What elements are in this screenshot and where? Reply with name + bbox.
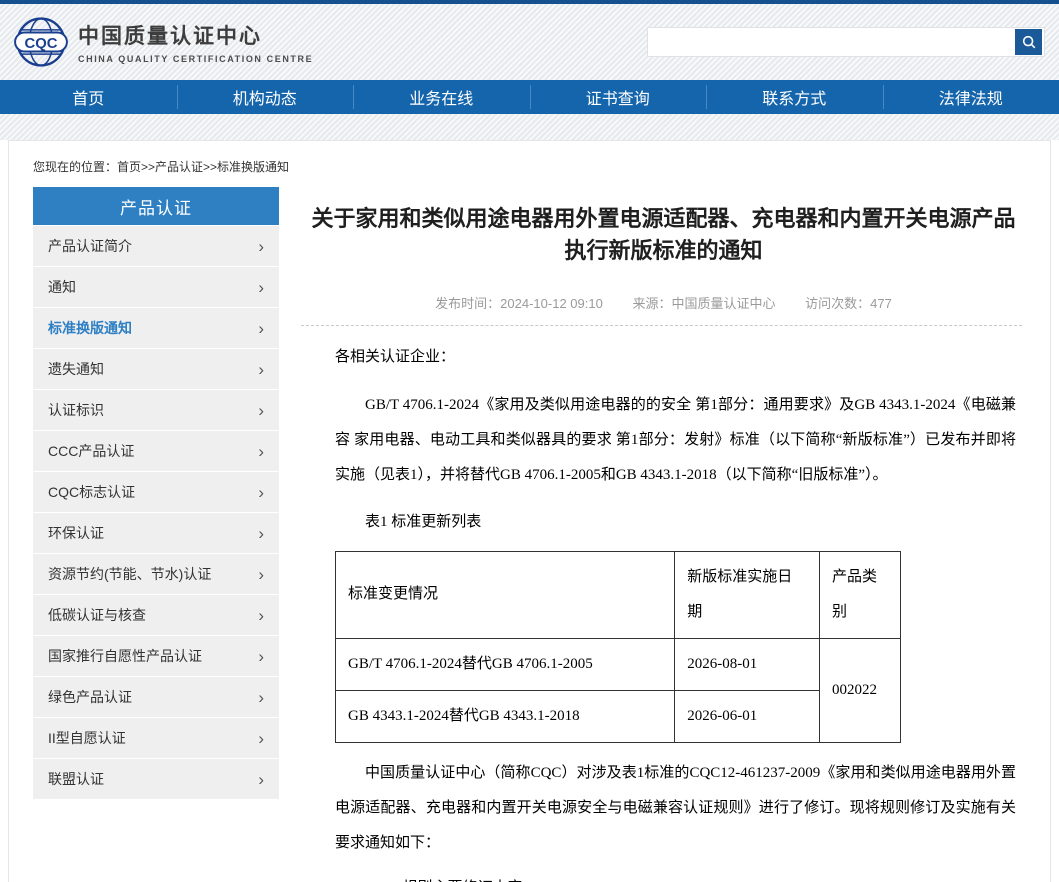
cqc-badge-text: CQC xyxy=(25,36,58,52)
cqc-globe-icon: CQC xyxy=(14,15,68,69)
search-icon xyxy=(1021,34,1037,50)
column-header-date: 新版标准实施日期 xyxy=(675,551,820,638)
standard-update-table: 标准变更情况 新版标准实施日期 产品类别 GB/T 4706.1-2024替代G… xyxy=(335,551,901,743)
chevron-right-icon: › xyxy=(258,566,264,583)
paragraph-2: 中国质量认证中心（简称CQC）对涉及表1标准的CQC12-461237-2009… xyxy=(335,756,1016,861)
nav-sub-strip xyxy=(0,114,1059,140)
column-header-change: 标准变更情况 xyxy=(336,551,675,638)
view-count: 访问次数：477 xyxy=(805,296,892,311)
sidebar-item-product-cert-intro[interactable]: 产品认证简介 › xyxy=(33,226,279,266)
chevron-right-icon: › xyxy=(258,689,264,706)
table-row: GB 4343.1-2024替代GB 4343.1-2018 2026-06-0… xyxy=(336,690,901,742)
sidebar-item-cert-mark[interactable]: 认证标识 › xyxy=(33,390,279,430)
main-nav: 首页 机构动态 业务在线 证书查询 联系方式 法律法规 xyxy=(0,80,1059,114)
sidebar-item-loss-notice[interactable]: 遗失通知 › xyxy=(33,349,279,389)
chevron-right-icon: › xyxy=(258,771,264,788)
chevron-right-icon: › xyxy=(258,607,264,624)
chevron-right-icon: › xyxy=(258,402,264,419)
chevron-right-icon: › xyxy=(258,361,264,378)
chevron-right-icon: › xyxy=(258,443,264,460)
chevron-right-icon: › xyxy=(258,320,264,337)
sidebar: 产品认证 产品认证简介 › 通知 › 标准换版通知 › 遗失通知 › 认证标识 … xyxy=(33,187,279,799)
chevron-right-icon: › xyxy=(258,279,264,296)
search-bar xyxy=(647,27,1045,57)
sidebar-title: 产品认证 xyxy=(33,187,279,225)
section-heading-1: 一、 规则主要修订内容 xyxy=(335,871,1016,882)
sidebar-item-notice[interactable]: 通知 › xyxy=(33,267,279,307)
sidebar-item-standard-change-notice[interactable]: 标准换版通知 › xyxy=(33,308,279,348)
breadcrumb-label: 您现在的位置： xyxy=(33,160,117,174)
sidebar-item-alliance-cert[interactable]: 联盟认证 › xyxy=(33,759,279,799)
search-input[interactable] xyxy=(648,28,1015,56)
sidebar-item-resource-saving-cert[interactable]: 资源节约(节能、节水)认证 › xyxy=(33,554,279,594)
nav-item-online[interactable]: 业务在线 xyxy=(353,80,530,114)
article-source: 来源：中国质量认证中心 xyxy=(632,296,775,311)
sidebar-item-type2-voluntary-cert[interactable]: II型自愿认证 › xyxy=(33,718,279,758)
table-header-row: 标准变更情况 新版标准实施日期 产品类别 xyxy=(336,551,901,638)
search-button[interactable] xyxy=(1015,29,1042,55)
sidebar-item-low-carbon-cert[interactable]: 低碳认证与核查 › xyxy=(33,595,279,635)
site-logo[interactable]: CQC 中国质量认证中心 CHINA QUALITY CERTIFICATION… xyxy=(14,15,313,69)
site-subtitle: CHINA QUALITY CERTIFICATION CENTRE xyxy=(78,54,313,64)
sidebar-item-cqc-mark-cert[interactable]: CQC标志认证 › xyxy=(33,472,279,512)
sidebar-item-national-voluntary-cert[interactable]: 国家推行自愿性产品认证 › xyxy=(33,636,279,676)
cell-category-merged: 002022 xyxy=(820,638,901,742)
article: 关于家用和类似用途电器用外置电源适配器、充电器和内置开关电源产品执行新版标准的通… xyxy=(301,187,1026,882)
chevron-right-icon: › xyxy=(258,484,264,501)
sidebar-item-ccc-product-cert[interactable]: CCC产品认证 › xyxy=(33,431,279,471)
site-title: 中国质量认证中心 xyxy=(78,20,313,50)
chevron-right-icon: › xyxy=(258,525,264,542)
nav-item-contact[interactable]: 联系方式 xyxy=(706,80,883,114)
content-wrapper: 您现在的位置：首页>>产品认证>>标准换版通知 产品认证 产品认证简介 › 通知… xyxy=(8,140,1051,882)
breadcrumb-path[interactable]: 首页>>产品认证>>标准换版通知 xyxy=(117,160,289,174)
publish-time: 发布时间：2024-10-12 09:10 xyxy=(435,296,603,311)
logo-text: 中国质量认证中心 CHINA QUALITY CERTIFICATION CEN… xyxy=(78,20,313,64)
nav-item-cert-query[interactable]: 证书查询 xyxy=(530,80,707,114)
article-title: 关于家用和类似用途电器用外置电源适配器、充电器和内置开关电源产品执行新版标准的通… xyxy=(307,203,1020,267)
cell-date-2: 2026-06-01 xyxy=(675,690,820,742)
salutation: 各相关认证企业： xyxy=(335,340,1016,375)
cell-change-1: GB/T 4706.1-2024替代GB 4706.1-2005 xyxy=(336,638,675,690)
article-meta: 发布时间：2024-10-12 09:10 来源：中国质量认证中心 访问次数：4… xyxy=(301,293,1026,312)
table-caption: 表1 标准更新列表 xyxy=(335,505,1016,540)
article-body: 各相关认证企业： GB/T 4706.1-2024《家用及类似用途电器的的安全 … xyxy=(301,326,1026,882)
chevron-right-icon: › xyxy=(258,730,264,747)
nav-item-laws[interactable]: 法律法规 xyxy=(883,80,1059,114)
column-header-category: 产品类别 xyxy=(820,551,901,638)
cell-date-1: 2026-08-01 xyxy=(675,638,820,690)
sidebar-item-environmental-cert[interactable]: 环保认证 › xyxy=(33,513,279,553)
cell-change-2: GB 4343.1-2024替代GB 4343.1-2018 xyxy=(336,690,675,742)
table-row: GB/T 4706.1-2024替代GB 4706.1-2005 2026-08… xyxy=(336,638,901,690)
breadcrumb: 您现在的位置：首页>>产品认证>>标准换版通知 xyxy=(9,141,1050,187)
chevron-right-icon: › xyxy=(258,648,264,665)
paragraph-1: GB/T 4706.1-2024《家用及类似用途电器的的安全 第1部分：通用要求… xyxy=(335,388,1016,493)
nav-item-news[interactable]: 机构动态 xyxy=(177,80,354,114)
nav-item-home[interactable]: 首页 xyxy=(0,80,177,114)
chevron-right-icon: › xyxy=(258,238,264,255)
site-header: CQC 中国质量认证中心 CHINA QUALITY CERTIFICATION… xyxy=(0,4,1059,80)
sidebar-item-green-product-cert[interactable]: 绿色产品认证 › xyxy=(33,677,279,717)
